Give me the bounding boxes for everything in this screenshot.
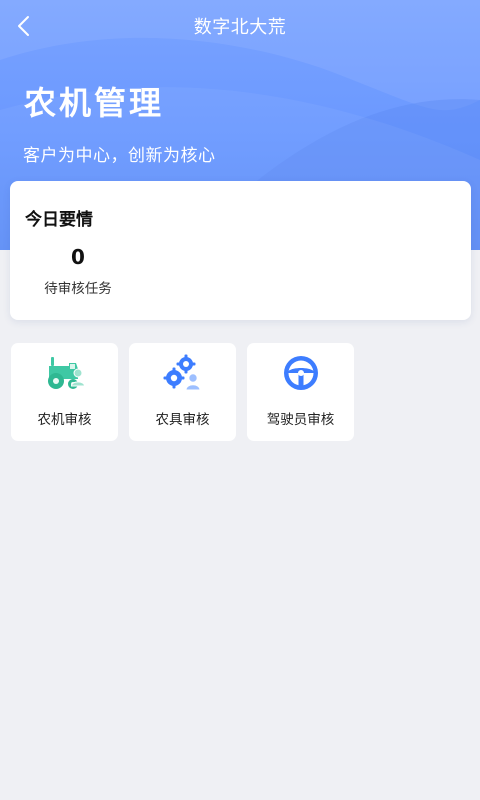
- driver-review-label: 驾驶员审核: [266, 412, 335, 428]
- steering-wheel-icon: [284, 356, 318, 390]
- page-title: 农机管理: [24, 84, 165, 122]
- pending-review-label: 待审核任务: [44, 281, 112, 297]
- machine-review-label: 农机审核: [37, 412, 92, 428]
- top-nav-bar: 数字北大荒: [0, 0, 480, 52]
- today-summary-card: 今日要情 0 待审核任务: [10, 181, 471, 320]
- app-screen: 数字北大荒 农机管理 客户为中心，创新为核心 今日要情 0 待审核任务 农机审核: [0, 0, 480, 800]
- nav-title: 数字北大荒: [193, 17, 287, 38]
- machine-review-tile[interactable]: 农机审核: [11, 343, 118, 441]
- pending-review-count: 0: [71, 245, 85, 269]
- tractor-user-icon: [48, 357, 85, 389]
- driver-review-tile[interactable]: 驾驶员审核: [247, 343, 354, 441]
- gears-user-icon: [163, 354, 201, 391]
- today-card-title: 今日要情: [25, 210, 93, 230]
- implement-review-tile[interactable]: 农具审核: [129, 343, 236, 441]
- pending-review-stat[interactable]: 0 待审核任务: [30, 243, 126, 297]
- implement-review-label: 农具审核: [155, 412, 210, 428]
- page-slogan: 客户为中心，创新为核心: [23, 146, 216, 166]
